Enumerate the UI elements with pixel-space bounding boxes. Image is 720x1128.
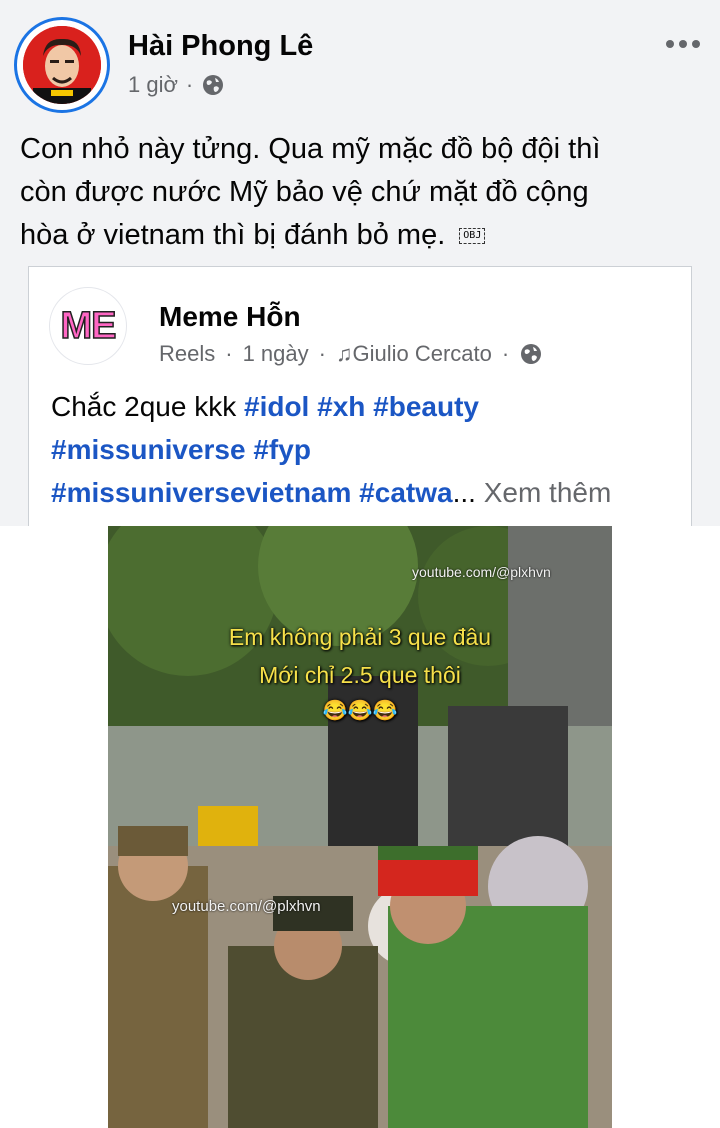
hashtag-link[interactable]: #idol	[244, 391, 309, 422]
globe-icon	[521, 344, 542, 364]
post-text: Con nhỏ này tửng. Qua mỹ mặc đồ bộ đội t…	[20, 128, 700, 257]
dot-icon	[679, 40, 687, 48]
music-attribution[interactable]: ♫Giulio Cercato	[336, 341, 492, 367]
obj-placeholder-icon: OBJ	[459, 228, 486, 245]
hashtag-link[interactable]: #fyp	[253, 434, 311, 465]
meta-separator: ·	[318, 341, 326, 366]
video-caption-line: Em không phải 3 que đâu	[228, 624, 492, 650]
dot-icon	[692, 40, 700, 48]
author-avatar[interactable]	[14, 17, 110, 113]
hashtag-link[interactable]: #missuniversevietnam	[51, 477, 351, 508]
reels-label[interactable]: Reels	[159, 341, 215, 367]
caption-line: #missuniverse #fyp	[51, 428, 681, 471]
reel-video[interactable]: youtube.com/@plxhvn Em không phải 3 que …	[108, 526, 612, 1128]
globe-icon	[203, 75, 224, 95]
video-caption-emojis: 😂😂😂	[322, 700, 398, 722]
meta-separator: ·	[185, 72, 194, 97]
meta-separator: ·	[501, 341, 510, 366]
music-note-icon: ♫	[335, 341, 353, 366]
ellipsis: ...	[452, 477, 476, 508]
caption-line: #missuniversevietnam #catwa... Xem thêm	[51, 471, 681, 514]
more-options-button[interactable]	[666, 34, 706, 54]
post-text-line: hòa ở vietnam thì bị đánh bỏ mẹ. OBJ	[20, 214, 700, 257]
shared-post-card[interactable]: ME Meme Hỗn Reels · 1 ngày · ♫Giulio Cer…	[28, 266, 692, 536]
feed-post: Hài Phong Lê 1 giờ · Con nhỏ này tửng. Q…	[0, 0, 720, 1128]
post-meta: 1 giờ ·	[128, 72, 225, 98]
music-artist: Giulio Cercato	[352, 341, 492, 366]
post-time[interactable]: 1 giờ	[128, 72, 178, 98]
shared-page-avatar[interactable]: ME	[49, 287, 127, 365]
meta-separator: ·	[225, 341, 233, 366]
post-text-line: còn được nước Mỹ bảo vệ chứ mặt đồ cộng	[20, 176, 589, 208]
hashtag-link[interactable]: #xh	[317, 391, 365, 422]
shared-time[interactable]: 1 ngày	[243, 341, 309, 367]
dot-icon	[666, 40, 674, 48]
video-watermark: youtube.com/@plxhvn	[412, 564, 551, 580]
caption-line: Chắc 2que kkk #idol #xh #beauty	[51, 385, 681, 428]
reel-media[interactable]: youtube.com/@plxhvn Em không phải 3 que …	[0, 526, 720, 1128]
see-more-link[interactable]: Xem thêm	[484, 477, 612, 508]
caption-text: Chắc 2que kkk	[51, 391, 244, 422]
author-name[interactable]: Hài Phong Lê	[128, 30, 313, 63]
video-caption-line: Mới chỉ 2.5 que thôi	[259, 662, 461, 688]
hashtag-link[interactable]: #missuniverse	[51, 434, 246, 465]
shared-meta: Reels · 1 ngày · ♫Giulio Cercato ·	[159, 341, 543, 367]
hashtag-link[interactable]: #catwa	[359, 477, 452, 508]
post-text-line: Con nhỏ này tửng. Qua mỹ mặc đồ bộ đội t…	[20, 133, 601, 165]
shared-caption: Chắc 2que kkk #idol #xh #beauty #missuni…	[51, 385, 681, 514]
video-frame-image	[108, 526, 612, 1128]
shared-page-name[interactable]: Meme Hỗn	[159, 301, 301, 333]
hashtag-link[interactable]: #beauty	[373, 391, 479, 422]
video-watermark: youtube.com/@plxhvn	[172, 898, 321, 915]
